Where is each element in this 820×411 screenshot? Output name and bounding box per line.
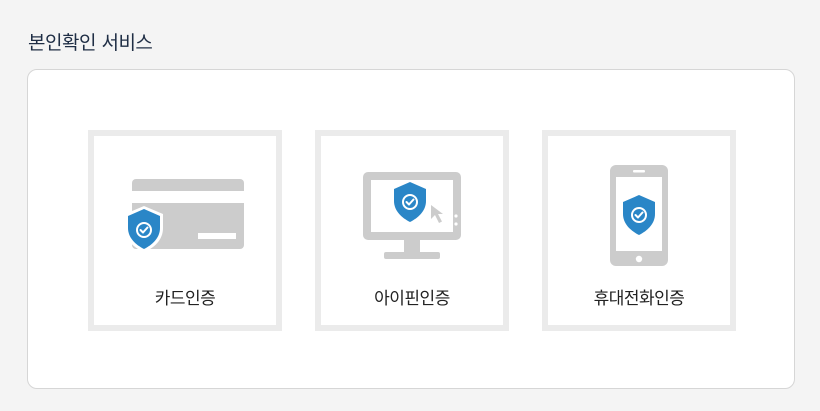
card-verification-button[interactable]: 카드인증 (88, 130, 282, 331)
verification-panel: 카드인증 아이핀인증 휴대전화인증 (27, 69, 795, 389)
ipin-verification-label: 아이핀인증 (374, 289, 450, 309)
ipin-verification-button[interactable]: 아이핀인증 (315, 130, 509, 331)
credit-card-shield-icon (125, 179, 244, 252)
section-title: 본인확인 서비스 (28, 32, 153, 54)
mobile-verification-label: 휴대전화인증 (593, 289, 685, 309)
card-verification-label: 카드인증 (154, 289, 216, 309)
monitor-shield-icon (363, 172, 461, 259)
mobile-verification-button[interactable]: 휴대전화인증 (542, 130, 736, 331)
mobile-phone-shield-icon (610, 165, 668, 266)
